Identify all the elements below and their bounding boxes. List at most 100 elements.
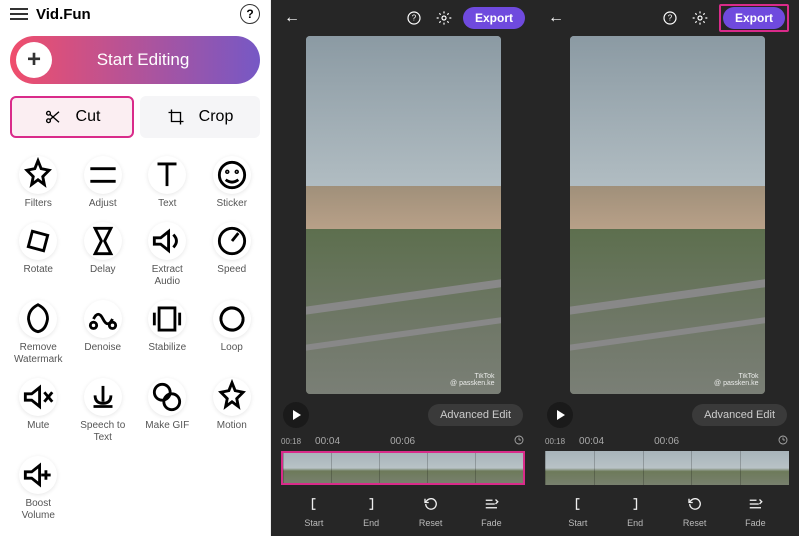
reset-button[interactable]: Reset — [419, 495, 443, 528]
tool-stabilize[interactable]: Stabilize — [135, 300, 200, 366]
tab-cut[interactable]: Cut — [10, 96, 134, 138]
menu-icon[interactable] — [10, 8, 28, 20]
time-ruler: 00:18 00:04 00:06 — [281, 436, 525, 447]
tool-label: ExtractAudio — [152, 264, 183, 288]
tool-mute[interactable]: Mute — [6, 378, 71, 444]
tool-label: Filters — [25, 198, 52, 210]
tool-label: Motion — [217, 420, 247, 432]
tool-label: Make GIF — [145, 420, 189, 432]
tool-grid: Filters Adjust Text Sticker RotateDelay Extra… — [0, 148, 270, 530]
video-frame[interactable]: TikTok@ passken.ke — [306, 36, 501, 394]
tool-boost-volume[interactable]: BoostVolume — [6, 456, 71, 522]
settings-icon[interactable] — [433, 7, 455, 29]
stabilize-icon — [148, 300, 186, 338]
sticker-icon — [213, 156, 251, 194]
video-preview: TikTok@ passken.ke — [535, 36, 799, 394]
tool-label: Stabilize — [148, 342, 186, 354]
tool-label: Speech toText — [80, 420, 125, 444]
reset-icon — [686, 495, 704, 513]
tool-label: Loop — [221, 342, 243, 354]
back-icon[interactable]: ← — [281, 7, 303, 29]
svg-text:?: ? — [412, 14, 417, 23]
trim-end-button[interactable]: End — [626, 495, 644, 528]
crop-icon — [167, 108, 185, 126]
advanced-edit-button[interactable]: Advanced Edit — [692, 404, 787, 426]
watermark: TikTok@ passken.ke — [450, 373, 494, 388]
remove-watermark-icon — [19, 300, 57, 338]
watermark: TikTok@ passken.ke — [714, 373, 758, 388]
tool-filters[interactable]: Filters — [6, 156, 71, 210]
tool-loop[interactable]: Loop — [200, 300, 265, 366]
time-marker: 00:04 — [579, 436, 604, 447]
delay-icon — [84, 222, 122, 260]
clock-icon[interactable] — [513, 434, 525, 449]
tool-label: Sticker — [216, 198, 247, 210]
tool-label: Mute — [27, 420, 49, 432]
make-gif-icon — [148, 378, 186, 416]
timeline-strip[interactable] — [281, 451, 525, 485]
fade-button[interactable]: Fade — [481, 495, 502, 528]
timeline: 00:18 00:04 00:06 — [535, 436, 799, 485]
video-editor-pane: ← ? Export TikTok@ passken.ke Advanced E… — [271, 0, 535, 536]
bracket-end-icon — [362, 495, 380, 513]
video-preview: TikTok@ passken.ke — [271, 36, 535, 394]
tool-speech-to-text[interactable]: Speech toText — [71, 378, 136, 444]
tab-cut-label: Cut — [76, 108, 101, 126]
tab-crop[interactable]: Crop — [140, 96, 260, 138]
play-button[interactable] — [547, 402, 573, 428]
help-icon[interactable]: ? — [659, 7, 681, 29]
tool-make-gif[interactable]: Make GIF — [135, 378, 200, 444]
clock-icon[interactable] — [777, 434, 789, 449]
play-button[interactable] — [283, 402, 309, 428]
tool-denoise[interactable]: Denoise — [71, 300, 136, 366]
tool-label: RemoveWatermark — [14, 342, 63, 366]
trim-start-button[interactable]: Start — [304, 495, 323, 528]
tool-adjust[interactable]: Adjust — [71, 156, 136, 210]
help-icon[interactable]: ? — [240, 4, 260, 24]
tool-text[interactable]: Text — [135, 156, 200, 210]
speed-icon — [213, 222, 251, 260]
time-marker: 00:06 — [654, 436, 679, 447]
start-editing-button[interactable]: + Start Editing — [10, 36, 260, 84]
trim-end-button[interactable]: End — [362, 495, 380, 528]
editor-header: ← ? Export — [535, 0, 799, 36]
tool-remove-watermark[interactable]: RemoveWatermark — [6, 300, 71, 366]
tool-delay[interactable]: Delay — [71, 222, 136, 288]
trim-start-button[interactable]: Start — [568, 495, 587, 528]
start-editing-label: Start Editing — [52, 50, 254, 70]
motion-icon — [213, 378, 251, 416]
tool-extract-audio[interactable]: ExtractAudio — [135, 222, 200, 288]
settings-icon[interactable] — [689, 7, 711, 29]
timeline-strip[interactable] — [545, 451, 789, 485]
export-button[interactable]: Export — [463, 7, 525, 29]
timeline: 00:18 00:04 00:06 — [271, 436, 535, 485]
advanced-edit-button[interactable]: Advanced Edit — [428, 404, 523, 426]
duration-label: 00:18 — [281, 437, 301, 446]
app-name: Vid.Fun — [36, 6, 91, 23]
app-header: Vid.Fun ? — [0, 0, 270, 28]
trim-tools: Start End Reset Fade — [271, 485, 535, 536]
mode-tabs: Cut Crop — [10, 96, 260, 138]
tool-speed[interactable]: Speed — [200, 222, 265, 288]
tool-label: Adjust — [89, 198, 117, 210]
extract-audio-icon — [148, 222, 186, 260]
tool-sticker[interactable]: Sticker — [200, 156, 265, 210]
rotate-icon — [19, 222, 57, 260]
denoise-icon — [84, 300, 122, 338]
boost-volume-icon — [19, 456, 57, 494]
bracket-end-icon — [626, 495, 644, 513]
help-icon[interactable]: ? — [403, 7, 425, 29]
back-icon[interactable]: ← — [545, 7, 567, 29]
fade-button[interactable]: Fade — [745, 495, 766, 528]
filters-icon — [19, 156, 57, 194]
editor-area: ← ? Export TikTok@ passken.ke Advanced E… — [271, 0, 799, 536]
tool-rotate[interactable]: Rotate — [6, 222, 71, 288]
loop-icon — [213, 300, 251, 338]
export-button[interactable]: Export — [723, 7, 785, 29]
editor-header: ← ? Export — [271, 0, 535, 36]
svg-text:?: ? — [668, 14, 673, 23]
reset-button[interactable]: Reset — [683, 495, 707, 528]
tool-motion[interactable]: Motion — [200, 378, 265, 444]
tool-label: Speed — [217, 264, 246, 276]
video-frame[interactable]: TikTok@ passken.ke — [570, 36, 765, 394]
